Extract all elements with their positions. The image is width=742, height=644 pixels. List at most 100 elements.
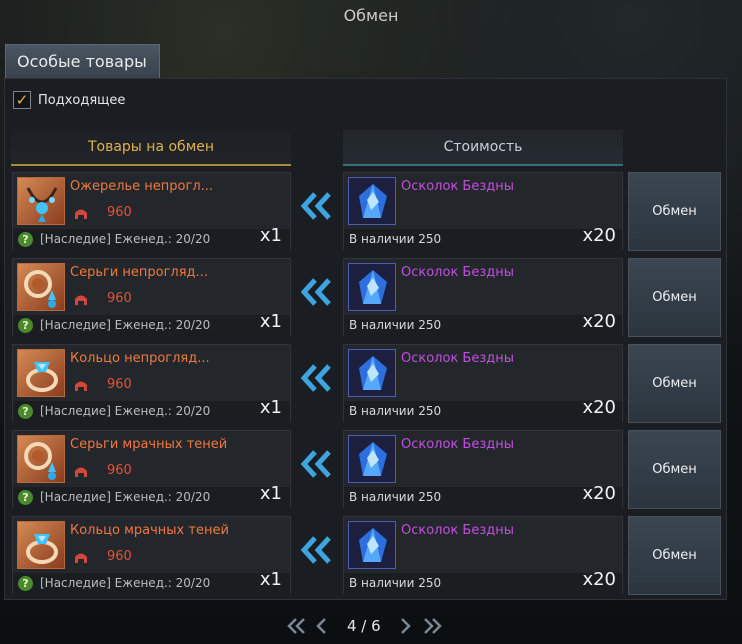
weekly-limit: [Наследие] Еженед.: 20/20 — [40, 232, 211, 246]
cost-quantity: x20 — [582, 225, 616, 246]
cost-name: Осколок Бездны — [401, 265, 515, 280]
question-icon[interactable]: ? — [18, 576, 33, 591]
cost-quantity: x20 — [582, 569, 616, 590]
weekly-limit: [Наследие] Еженед.: 20/20 — [40, 490, 211, 504]
item-footer: ? [Наследие] Еженед.: 20/20 x1 — [13, 311, 290, 336]
item-footer: ? [Наследие] Еженед.: 20/20 x1 — [13, 225, 290, 250]
cost-footer: В наличии 250 x20 — [344, 311, 622, 336]
cost-footer: В наличии 250 x20 — [344, 569, 622, 594]
question-icon[interactable]: ? — [18, 490, 33, 505]
item-footer: ? [Наследие] Еженед.: 20/20 x1 — [13, 483, 290, 508]
suitable-checkbox[interactable]: ✓ — [13, 91, 31, 109]
item-quantity: x1 — [259, 569, 282, 590]
cost-quantity: x20 — [582, 397, 616, 418]
cost-slot[interactable]: Осколок Бездны В наличии 250 x20 — [343, 258, 623, 336]
cost-footer: В наличии 250 x20 — [344, 483, 622, 508]
question-icon[interactable]: ? — [18, 404, 33, 419]
item-name: Ожерелье непрогл... — [70, 179, 214, 194]
item-quantity: x1 — [259, 397, 282, 418]
double-chevron-left-icon — [301, 192, 331, 220]
exchange-button[interactable]: Обмен — [628, 344, 721, 423]
goods-column-header: Товары на обмен — [11, 130, 291, 166]
exchange-button[interactable]: Обмен — [628, 430, 721, 509]
tab-special-goods[interactable]: Особые товары — [5, 44, 160, 78]
double-chevron-left-icon — [301, 450, 331, 478]
abyss-shard-icon[interactable] — [348, 349, 396, 397]
item-level: 960 — [107, 377, 132, 392]
item-footer: ? [Наследие] Еженед.: 20/20 x1 — [13, 569, 290, 594]
exchange-button[interactable]: Обмен — [628, 258, 721, 337]
cost-name: Осколок Бездны — [401, 523, 515, 538]
earrings-icon[interactable] — [17, 263, 65, 311]
next-page-icon[interactable] — [399, 614, 413, 638]
double-chevron-left-icon — [301, 278, 331, 306]
cost-quantity: x20 — [582, 483, 616, 504]
item-name: Серьги мрачных теней — [70, 437, 228, 452]
item-slot[interactable]: Кольцо непрогляд... 960 ? [Наследие] Еже… — [12, 344, 291, 422]
cost-slot[interactable]: Осколок Бездны В наличии 250 x20 — [343, 172, 623, 250]
helmet-icon — [75, 467, 87, 477]
last-page-icon[interactable] — [423, 614, 443, 638]
item-name: Серьги непрогляд... — [70, 265, 208, 280]
exchange-row: Кольцо непрогляд... 960 ? [Наследие] Еже… — [0, 344, 742, 424]
stock-count: В наличии 250 — [349, 232, 442, 246]
helmet-icon — [75, 553, 87, 563]
cost-name: Осколок Бездны — [401, 179, 515, 194]
item-name: Кольцо мрачных теней — [70, 523, 229, 538]
abyss-shard-icon[interactable] — [348, 177, 396, 225]
double-chevron-left-icon — [301, 536, 331, 564]
exchange-row: Кольцо мрачных теней 960 ? [Наследие] Еж… — [0, 516, 742, 596]
exchange-row: Серьги непрогляд... 960 ? [Наследие] Еже… — [0, 258, 742, 338]
cost-slot[interactable]: Осколок Бездны В наличии 250 x20 — [343, 516, 623, 594]
item-slot[interactable]: Серьги непрогляд... 960 ? [Наследие] Еже… — [12, 258, 291, 336]
item-name: Кольцо непрогляд... — [70, 351, 210, 366]
page-indicator: 4 / 6 — [347, 617, 381, 635]
double-chevron-left-icon — [301, 364, 331, 392]
stock-count: В наличии 250 — [349, 404, 442, 418]
cost-name: Осколок Бездны — [401, 351, 515, 366]
cost-slot[interactable]: Осколок Бездны В наличии 250 x20 — [343, 430, 623, 508]
cost-footer: В наличии 250 x20 — [344, 225, 622, 250]
question-icon[interactable]: ? — [18, 232, 33, 247]
weekly-limit: [Наследие] Еженед.: 20/20 — [40, 576, 211, 590]
item-level: 960 — [107, 291, 132, 306]
first-page-icon[interactable] — [286, 614, 306, 638]
helmet-icon — [75, 295, 87, 305]
cost-name: Осколок Бездны — [401, 437, 515, 452]
cost-column-header: Стоимость — [343, 130, 623, 166]
ring-icon[interactable] — [17, 521, 65, 569]
abyss-shard-icon[interactable] — [348, 521, 396, 569]
weekly-limit: [Наследие] Еженед.: 20/20 — [40, 404, 211, 418]
item-slot[interactable]: Кольцо мрачных теней 960 ? [Наследие] Еж… — [12, 516, 291, 594]
stock-count: В наличии 250 — [349, 490, 442, 504]
cost-footer: В наличии 250 x20 — [344, 397, 622, 422]
exchange-button[interactable]: Обмен — [628, 516, 721, 595]
item-quantity: x1 — [259, 311, 282, 332]
item-level: 960 — [107, 549, 132, 564]
suitable-checkbox-label: Подходящее — [38, 92, 126, 108]
earrings-icon[interactable] — [17, 435, 65, 483]
helmet-icon — [75, 209, 87, 219]
item-slot[interactable]: Серьги мрачных теней 960 ? [Наследие] Еж… — [12, 430, 291, 508]
item-quantity: x1 — [259, 483, 282, 504]
helmet-icon — [75, 381, 87, 391]
question-icon[interactable]: ? — [18, 318, 33, 333]
item-level: 960 — [107, 463, 132, 478]
item-quantity: x1 — [259, 225, 282, 246]
item-level: 960 — [107, 205, 132, 220]
item-slot[interactable]: Ожерелье непрогл... 960 ? [Наследие] Еже… — [12, 172, 291, 250]
pagination: 4 / 6 — [0, 614, 742, 638]
filter-row[interactable]: ✓ Подходящее — [13, 90, 125, 110]
window-title: Обмен — [343, 6, 399, 25]
stock-count: В наличии 250 — [349, 318, 442, 332]
item-footer: ? [Наследие] Еженед.: 20/20 x1 — [13, 397, 290, 422]
necklace-icon[interactable] — [17, 177, 65, 225]
stock-count: В наличии 250 — [349, 576, 442, 590]
abyss-shard-icon[interactable] — [348, 435, 396, 483]
ring-icon[interactable] — [17, 349, 65, 397]
exchange-row: Ожерелье непрогл... 960 ? [Наследие] Еже… — [0, 172, 742, 252]
abyss-shard-icon[interactable] — [348, 263, 396, 311]
cost-slot[interactable]: Осколок Бездны В наличии 250 x20 — [343, 344, 623, 422]
previous-page-icon[interactable] — [314, 614, 328, 638]
exchange-button[interactable]: Обмен — [628, 172, 721, 251]
